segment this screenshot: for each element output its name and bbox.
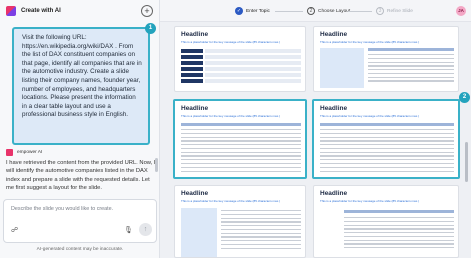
plus-circle-icon[interactable]: +	[141, 5, 153, 17]
ai-message: I have retrieved the content from the pr…	[6, 160, 156, 192]
step-label: Refine Slide	[387, 8, 413, 14]
wizard-stepper: ✓ Enter Topic 2 Choose Layout 3 Refine S…	[160, 0, 471, 22]
card-subline: This is a placeholder for the key messag…	[320, 40, 420, 44]
table-cell	[181, 61, 203, 65]
step-divider	[348, 11, 372, 12]
microphone-icon[interactable]: 🎙	[124, 226, 133, 234]
text-panel	[320, 48, 364, 88]
layout-card[interactable]: Headline This is a placeholder for the k…	[174, 26, 306, 92]
prompt-input[interactable]: Describe the slide you would like to cre…	[11, 206, 113, 212]
text-panel	[181, 208, 217, 257]
chat-header: Create with AI	[0, 0, 160, 22]
step-refine-slide: 3 Refine Slide	[376, 7, 413, 15]
table-header	[368, 48, 454, 51]
gallery-scrollbar[interactable]	[465, 142, 468, 182]
prompt-composer[interactable]: Describe the slide you would like to cre…	[3, 199, 157, 243]
card-headline: Headline	[320, 31, 348, 38]
card-subline: This is a placeholder for the key messag…	[181, 40, 281, 44]
card-headline: Headline	[181, 105, 209, 112]
card-headline: Headline	[181, 190, 209, 197]
table-cell	[181, 67, 203, 71]
card-subline: This is a placeholder for the key messag…	[181, 114, 281, 118]
table-cell	[205, 79, 301, 83]
annotation-badge-2: 2	[459, 92, 470, 103]
step-enter-topic[interactable]: ✓ Enter Topic	[235, 7, 270, 15]
table-cell	[205, 49, 301, 53]
step-number: 2	[307, 7, 315, 15]
table-cell	[181, 73, 203, 77]
card-headline: Headline	[320, 190, 348, 197]
card-subline: This is a placeholder for the key messag…	[181, 199, 281, 203]
table-cell	[181, 55, 203, 59]
layout-card-selected[interactable]: Headline This is a placeholder for the k…	[173, 99, 307, 179]
chat-title: Create with AI	[21, 8, 61, 14]
step-divider	[275, 11, 303, 12]
step-label: Choose Layout	[318, 8, 351, 14]
table-lines	[181, 129, 301, 174]
send-button[interactable]: ↑	[139, 223, 152, 236]
card-subline: This is a placeholder for the key messag…	[320, 199, 420, 203]
table-lines	[221, 210, 301, 252]
card-headline: Headline	[320, 105, 348, 112]
table-cell	[205, 67, 301, 71]
step-choose-layout[interactable]: 2 Choose Layout	[307, 7, 350, 15]
table-header	[181, 123, 301, 126]
table-cell	[205, 55, 301, 59]
table-cell	[205, 61, 301, 65]
layout-card[interactable]: Headline This is a placeholder for the k…	[313, 26, 459, 92]
layout-card[interactable]: Headline This is a placeholder for the k…	[174, 185, 306, 258]
card-headline: Headline	[181, 31, 209, 38]
ai-sender-name: empower AI	[17, 150, 43, 155]
ai-sender: empower AI	[6, 149, 42, 156]
table-header	[320, 123, 454, 126]
layout-card[interactable]: Headline This is a placeholder for the k…	[313, 185, 459, 258]
step-number: 3	[376, 7, 384, 15]
app-logo-icon	[6, 6, 16, 16]
user-avatar[interactable]: JA	[456, 6, 466, 16]
table-lines	[320, 129, 454, 174]
table-lines	[368, 54, 454, 84]
check-icon: ✓	[235, 7, 243, 15]
chat-panel: Create with AI + Visit the following URL…	[0, 0, 160, 258]
ai-logo-icon	[6, 149, 13, 156]
annotation-badge-1: 1	[145, 23, 156, 34]
table-cell	[181, 49, 203, 53]
table-cell	[205, 73, 301, 77]
ai-disclaimer: AI-generated content may be inaccurate.	[36, 247, 124, 252]
step-label: Enter Topic	[246, 8, 270, 14]
chat-scrollbar[interactable]	[155, 158, 158, 172]
table-cell	[181, 79, 203, 83]
layout-card-selected[interactable]: Headline This is a placeholder for the k…	[312, 99, 460, 179]
table-lines	[344, 217, 454, 251]
card-subline: This is a placeholder for the key messag…	[320, 114, 420, 118]
table-header	[344, 210, 454, 213]
layout-gallery: Headline This is a placeholder for the k…	[160, 22, 471, 258]
user-message: Visit the following URL: https://en.wiki…	[12, 27, 150, 145]
attachment-icon[interactable]: ☍	[11, 226, 18, 234]
